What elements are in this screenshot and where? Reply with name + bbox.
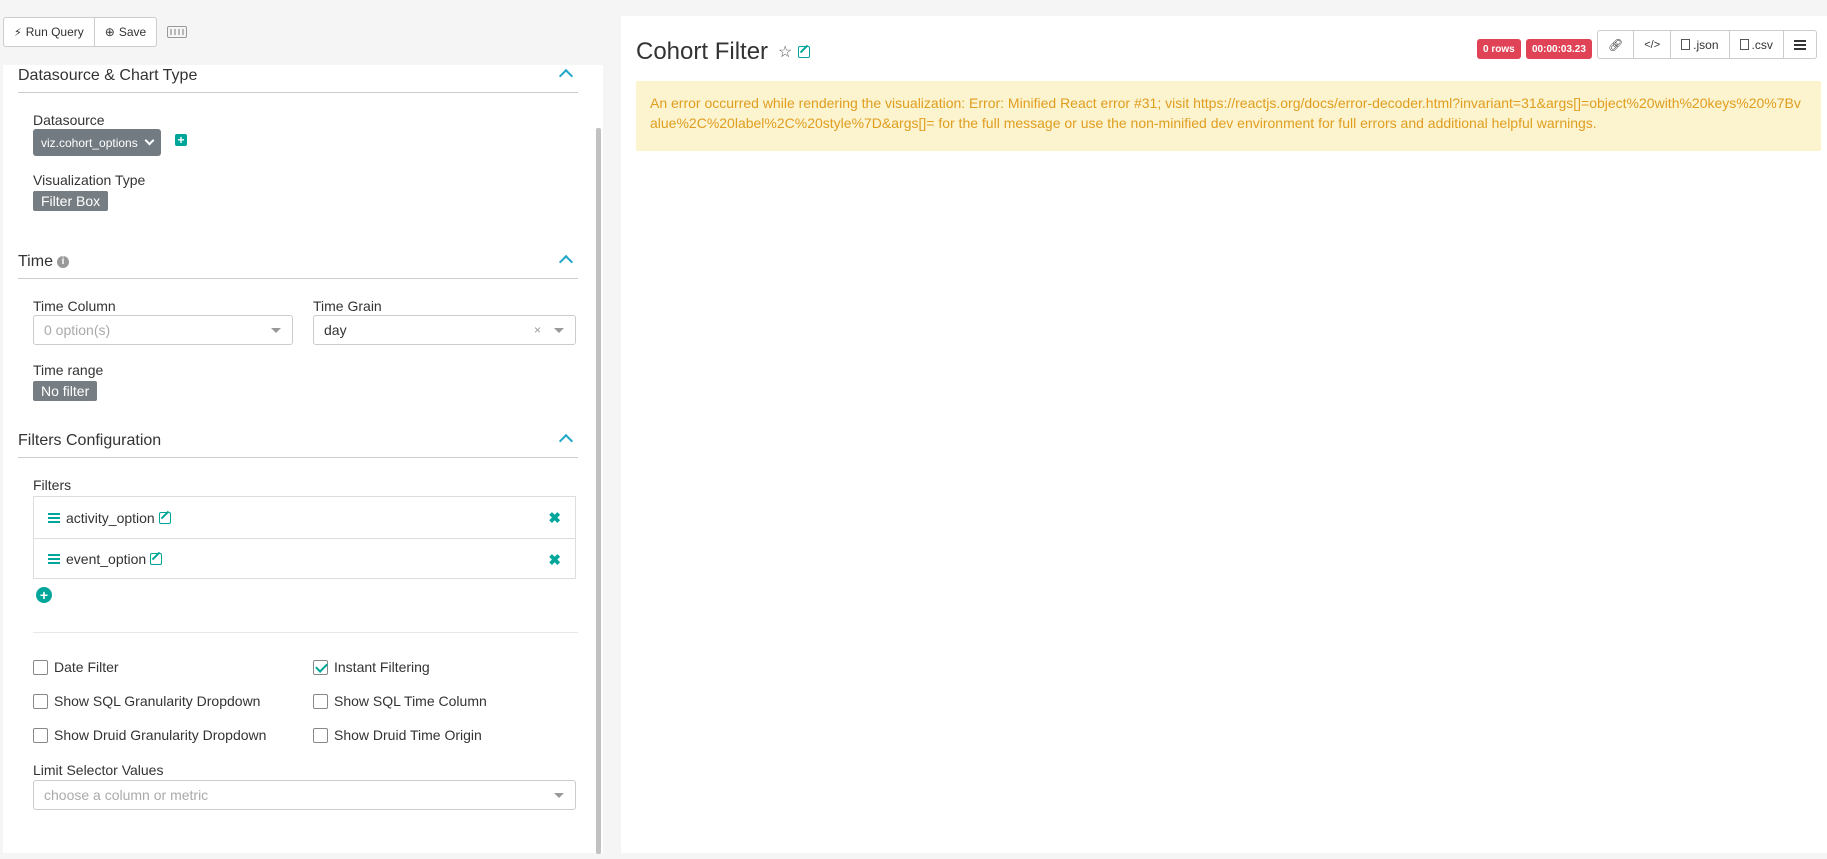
- edit-icon[interactable]: [798, 46, 811, 58]
- checkbox-label: Show SQL Time Column: [334, 693, 487, 709]
- section-divider: [18, 457, 578, 458]
- instant-filtering-checkbox[interactable]: Instant Filtering: [313, 659, 430, 675]
- datasource-label: Datasource: [33, 112, 105, 128]
- edit-icon[interactable]: [158, 511, 171, 524]
- info-icon[interactable]: i: [56, 255, 69, 268]
- link-icon: 🔗︎: [1608, 37, 1624, 52]
- query-time-badge: 00:00:03.23: [1526, 39, 1592, 59]
- checkbox-box[interactable]: [33, 659, 48, 675]
- plus-circle-icon: ⊕: [104, 25, 115, 39]
- druid-granularity-checkbox[interactable]: Show Druid Granularity Dropdown: [33, 727, 266, 743]
- save-button[interactable]: ⊕ Save: [94, 17, 158, 47]
- time-grain-label: Time Grain: [313, 298, 382, 314]
- caret-down-icon: [271, 328, 281, 333]
- csv-label: .csv: [1751, 37, 1773, 52]
- row-count-badge: 0 rows: [1477, 39, 1521, 59]
- checkbox-label: Date Filter: [54, 659, 119, 675]
- file-icon: [1739, 39, 1749, 50]
- time-column-placeholder: 0 option(s): [44, 322, 111, 338]
- caret-down-icon: [554, 793, 564, 798]
- filter-name: activity_option: [66, 509, 155, 526]
- section-divider: [18, 92, 578, 93]
- export-csv-button[interactable]: .csv: [1729, 30, 1784, 59]
- divider: [33, 632, 578, 633]
- add-datasource-icon[interactable]: +: [175, 134, 187, 146]
- file-icon: [1681, 39, 1691, 50]
- filter-item[interactable]: activity_option ✖: [34, 497, 575, 538]
- run-query-label: Run Query: [25, 25, 84, 39]
- add-filter-icon[interactable]: +: [36, 587, 52, 603]
- export-json-button[interactable]: .json: [1671, 30, 1730, 59]
- remove-icon[interactable]: ✖: [548, 551, 561, 569]
- checkbox-box[interactable]: [313, 727, 328, 743]
- error-alert: An error occurred while rendering the vi…: [636, 81, 1821, 151]
- viz-type-tag[interactable]: Filter Box: [33, 191, 109, 211]
- chevron-up-icon[interactable]: [558, 68, 574, 84]
- viz-type-label: Visualization Type: [33, 172, 146, 188]
- filter-item[interactable]: event_option ✖: [34, 538, 575, 579]
- time-column-label: Time Column: [33, 298, 116, 314]
- time-grain-value: day: [324, 322, 347, 338]
- code-icon: </>: [1644, 38, 1661, 51]
- time-grain-select[interactable]: day ×: [313, 315, 576, 345]
- star-icon[interactable]: ☆: [778, 42, 792, 62]
- checkbox-label: Show Druid Granularity Dropdown: [54, 727, 267, 743]
- clear-icon[interactable]: ×: [534, 323, 541, 337]
- keyboard-icon[interactable]: [167, 26, 188, 38]
- more-menu-button[interactable]: [1783, 30, 1817, 59]
- chevron-up-icon[interactable]: [558, 433, 574, 449]
- bolt-icon: ⚡︎: [14, 26, 22, 39]
- time-range-tag[interactable]: No filter: [33, 381, 98, 401]
- checkbox-label: Show Druid Time Origin: [334, 727, 482, 743]
- druid-time-origin-checkbox[interactable]: Show Druid Time Origin: [313, 727, 482, 743]
- time-section-label: Time: [18, 253, 53, 270]
- edit-icon[interactable]: [150, 553, 163, 565]
- query-toolbar: ⚡︎ Run Query ⊕ Save: [3, 17, 188, 47]
- checkbox-label: Show SQL Granularity Dropdown: [54, 693, 261, 709]
- chart-panel: Cohort Filter ☆ 0 rows 00:00:03.23 🔗︎ </…: [621, 16, 1827, 853]
- date-filter-checkbox[interactable]: Date Filter: [33, 659, 119, 675]
- chevron-down-icon: [144, 135, 155, 146]
- datasource-select[interactable]: viz.cohort_options: [33, 129, 161, 156]
- caret-down-icon: [554, 328, 564, 333]
- checkbox-box[interactable]: [33, 727, 48, 743]
- datasource-value: viz.cohort_options: [41, 135, 138, 150]
- filter-name: event_option: [66, 551, 147, 567]
- menu-icon: [1793, 39, 1806, 50]
- drag-handle-icon[interactable]: [48, 512, 60, 523]
- checkbox-label: Instant Filtering: [334, 659, 430, 675]
- section-divider: [18, 278, 578, 279]
- sql-granularity-checkbox[interactable]: Show SQL Granularity Dropdown: [33, 693, 260, 709]
- save-label: Save: [118, 25, 147, 39]
- remove-icon[interactable]: ✖: [548, 509, 561, 527]
- checkbox-box[interactable]: [313, 693, 328, 709]
- limit-selector-label: Limit Selector Values: [33, 762, 164, 778]
- json-label: .json: [1693, 37, 1719, 52]
- run-query-button[interactable]: ⚡︎ Run Query: [3, 17, 95, 47]
- time-column-select[interactable]: 0 option(s): [33, 315, 293, 345]
- copy-link-button[interactable]: 🔗︎: [1597, 30, 1635, 59]
- chevron-up-icon[interactable]: [558, 254, 574, 270]
- section-title-datasource[interactable]: Datasource & Chart Type: [18, 67, 197, 85]
- filters-list: activity_option ✖ event_option ✖: [33, 496, 576, 579]
- control-panel: Datasource & Chart Type Datasource viz.c…: [3, 65, 603, 853]
- embed-code-button[interactable]: </>: [1634, 30, 1672, 59]
- sql-time-column-checkbox[interactable]: Show SQL Time Column: [313, 693, 487, 709]
- export-buttons: 🔗︎ </> .json .csv: [1597, 30, 1817, 59]
- filters-label: Filters: [33, 477, 72, 493]
- checkbox-box[interactable]: [33, 693, 48, 709]
- section-title-time[interactable]: Time i: [18, 253, 69, 271]
- checkbox-box[interactable]: [313, 659, 328, 675]
- control-panel-scrollbar[interactable]: [596, 128, 601, 854]
- drag-handle-icon[interactable]: [48, 554, 60, 564]
- chart-title-text[interactable]: Cohort Filter: [636, 38, 768, 66]
- time-range-label: Time range: [33, 362, 104, 378]
- section-title-filters[interactable]: Filters Configuration: [18, 432, 161, 450]
- limit-selector-select[interactable]: choose a column or metric: [33, 780, 576, 810]
- chart-title: Cohort Filter ☆: [636, 38, 811, 66]
- limit-selector-placeholder: choose a column or metric: [44, 787, 209, 803]
